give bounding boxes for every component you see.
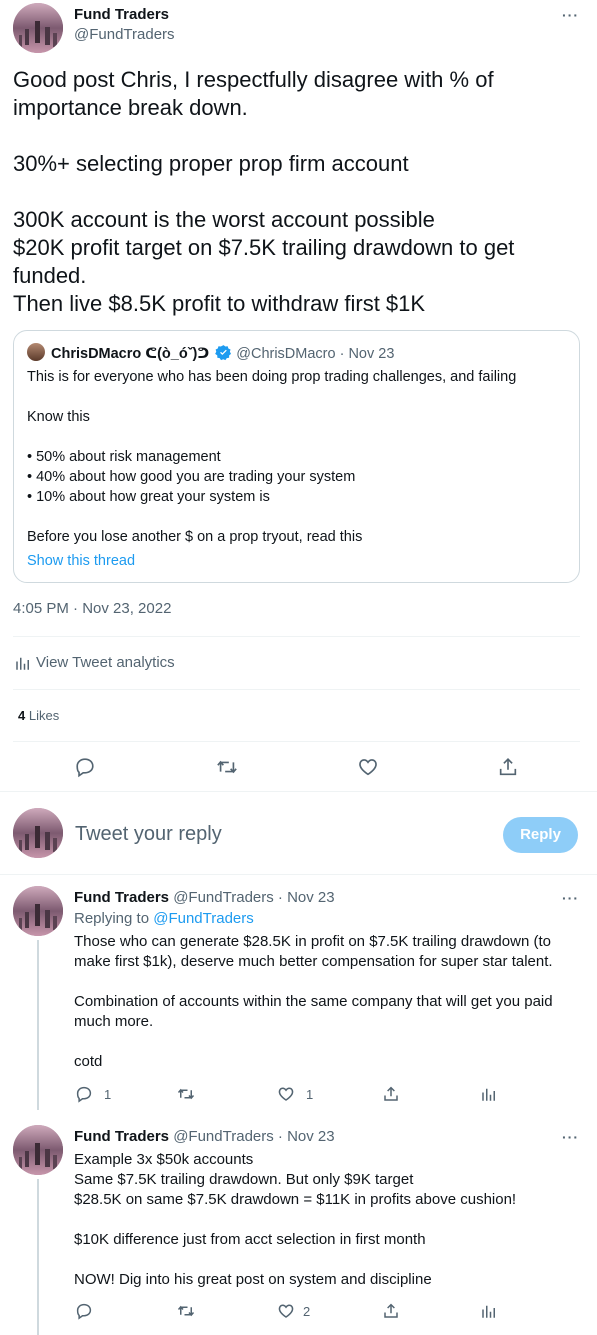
divider <box>13 636 580 637</box>
analytics-icon[interactable] <box>14 654 32 672</box>
reply-1-retweet-icon[interactable] <box>177 1085 195 1103</box>
quoted-tweet-date: · Nov 23 <box>339 346 395 362</box>
tweet-text-paragraph-2: 30%+ selecting proper prop firm account <box>13 151 409 176</box>
thread-connector <box>37 940 39 1110</box>
quoted-bullet-3: • 10% about how great your system is <box>27 489 270 505</box>
reply-input[interactable]: Tweet your reply <box>75 823 222 846</box>
view-analytics-link[interactable]: View Tweet analytics <box>36 654 175 671</box>
tweet-timestamp[interactable]: 4:05 PM · Nov 23, 2022 <box>13 600 171 617</box>
replying-to-line: Replying to @FundTraders <box>74 910 254 927</box>
reply-2-author-handle[interactable]: @FundTraders <box>173 1128 274 1145</box>
author-avatar[interactable] <box>13 3 63 53</box>
author-name[interactable]: Fund Traders <box>74 6 169 23</box>
tweet-text-paragraph-3: 300K account is the worst account possib… <box>13 207 515 316</box>
reply-2-like-count: 2 <box>303 1304 311 1319</box>
reply-2-author-name[interactable]: Fund Traders <box>74 1128 169 1145</box>
verified-badge-icon <box>215 344 232 361</box>
reply-1-date[interactable]: · Nov 23 <box>278 889 335 906</box>
retweet-icon[interactable] <box>216 756 238 778</box>
reply-2-like-icon[interactable] <box>277 1302 295 1320</box>
show-this-thread-link[interactable]: Show this thread <box>27 551 135 571</box>
reply-1-author-handle[interactable]: @FundTraders <box>173 889 274 906</box>
author-handle[interactable]: @FundTraders <box>74 26 175 43</box>
quoted-author-avatar <box>27 343 45 361</box>
divider <box>13 689 580 690</box>
composer-avatar <box>13 808 63 858</box>
reply-2-date[interactable]: · Nov 23 <box>278 1128 335 1145</box>
reply-1-analytics-icon[interactable] <box>480 1085 498 1103</box>
reply-1-like-icon[interactable] <box>277 1085 295 1103</box>
likes-label: Likes <box>28 708 60 723</box>
reply-2-retweet-icon[interactable] <box>177 1302 195 1320</box>
likes-count: 4 <box>18 708 26 723</box>
reply-icon[interactable] <box>74 756 96 778</box>
reply-2-avatar[interactable] <box>13 1125 63 1175</box>
reply-2-analytics-icon[interactable] <box>480 1302 498 1320</box>
reply-1-reply-count: 1 <box>104 1087 112 1102</box>
like-icon[interactable] <box>357 756 379 778</box>
reply-1-author-name[interactable]: Fund Traders <box>74 889 169 906</box>
quoted-bullet-1: • 50% about risk management <box>27 449 221 465</box>
more-options-icon[interactable]: ··· <box>562 7 579 23</box>
reply-1-like-count: 1 <box>306 1087 314 1102</box>
quoted-author-handle: @ChrisDMacro <box>236 346 336 362</box>
divider <box>0 791 597 792</box>
reply-2-share-icon[interactable] <box>382 1302 400 1320</box>
reply-button[interactable]: Reply <box>503 817 578 853</box>
reply-2-more-icon[interactable]: ··· <box>562 1129 579 1145</box>
reply-2-reply-icon[interactable] <box>75 1302 93 1320</box>
thread-connector <box>37 1179 39 1335</box>
replying-to-label: Replying to <box>74 910 154 927</box>
quoted-text-paragraph-2: Know this <box>27 409 90 425</box>
quoted-bullet-2: • 40% about how good you are trading you… <box>27 469 356 485</box>
likes-count-link[interactable]: 4 Likes <box>18 708 59 723</box>
reply-1-text: Those who can generate $28.5K in profit … <box>74 933 553 1070</box>
reply-2-text: Example 3x $50k accounts Same $7.5K trai… <box>74 1151 517 1288</box>
quoted-text-paragraph-1: This is for everyone who has been doing … <box>27 369 517 385</box>
reply-1-avatar[interactable] <box>13 886 63 936</box>
reply-1-more-icon[interactable]: ··· <box>562 890 579 906</box>
replying-to-handle[interactable]: @FundTraders <box>153 910 254 927</box>
divider <box>13 741 580 742</box>
quoted-text-paragraph-3: Before you lose another $ on a prop tryo… <box>27 529 363 545</box>
share-icon[interactable] <box>497 756 519 778</box>
reply-1-reply-icon[interactable] <box>75 1085 93 1103</box>
tweet-text-paragraph-1: Good post Chris, I respectfully disagree… <box>13 67 494 120</box>
reply-1-share-icon[interactable] <box>382 1085 400 1103</box>
divider <box>0 874 597 875</box>
quoted-author-name: ChrisDMacro ᕦ(ò_óˇ)ᕤ <box>51 346 210 362</box>
